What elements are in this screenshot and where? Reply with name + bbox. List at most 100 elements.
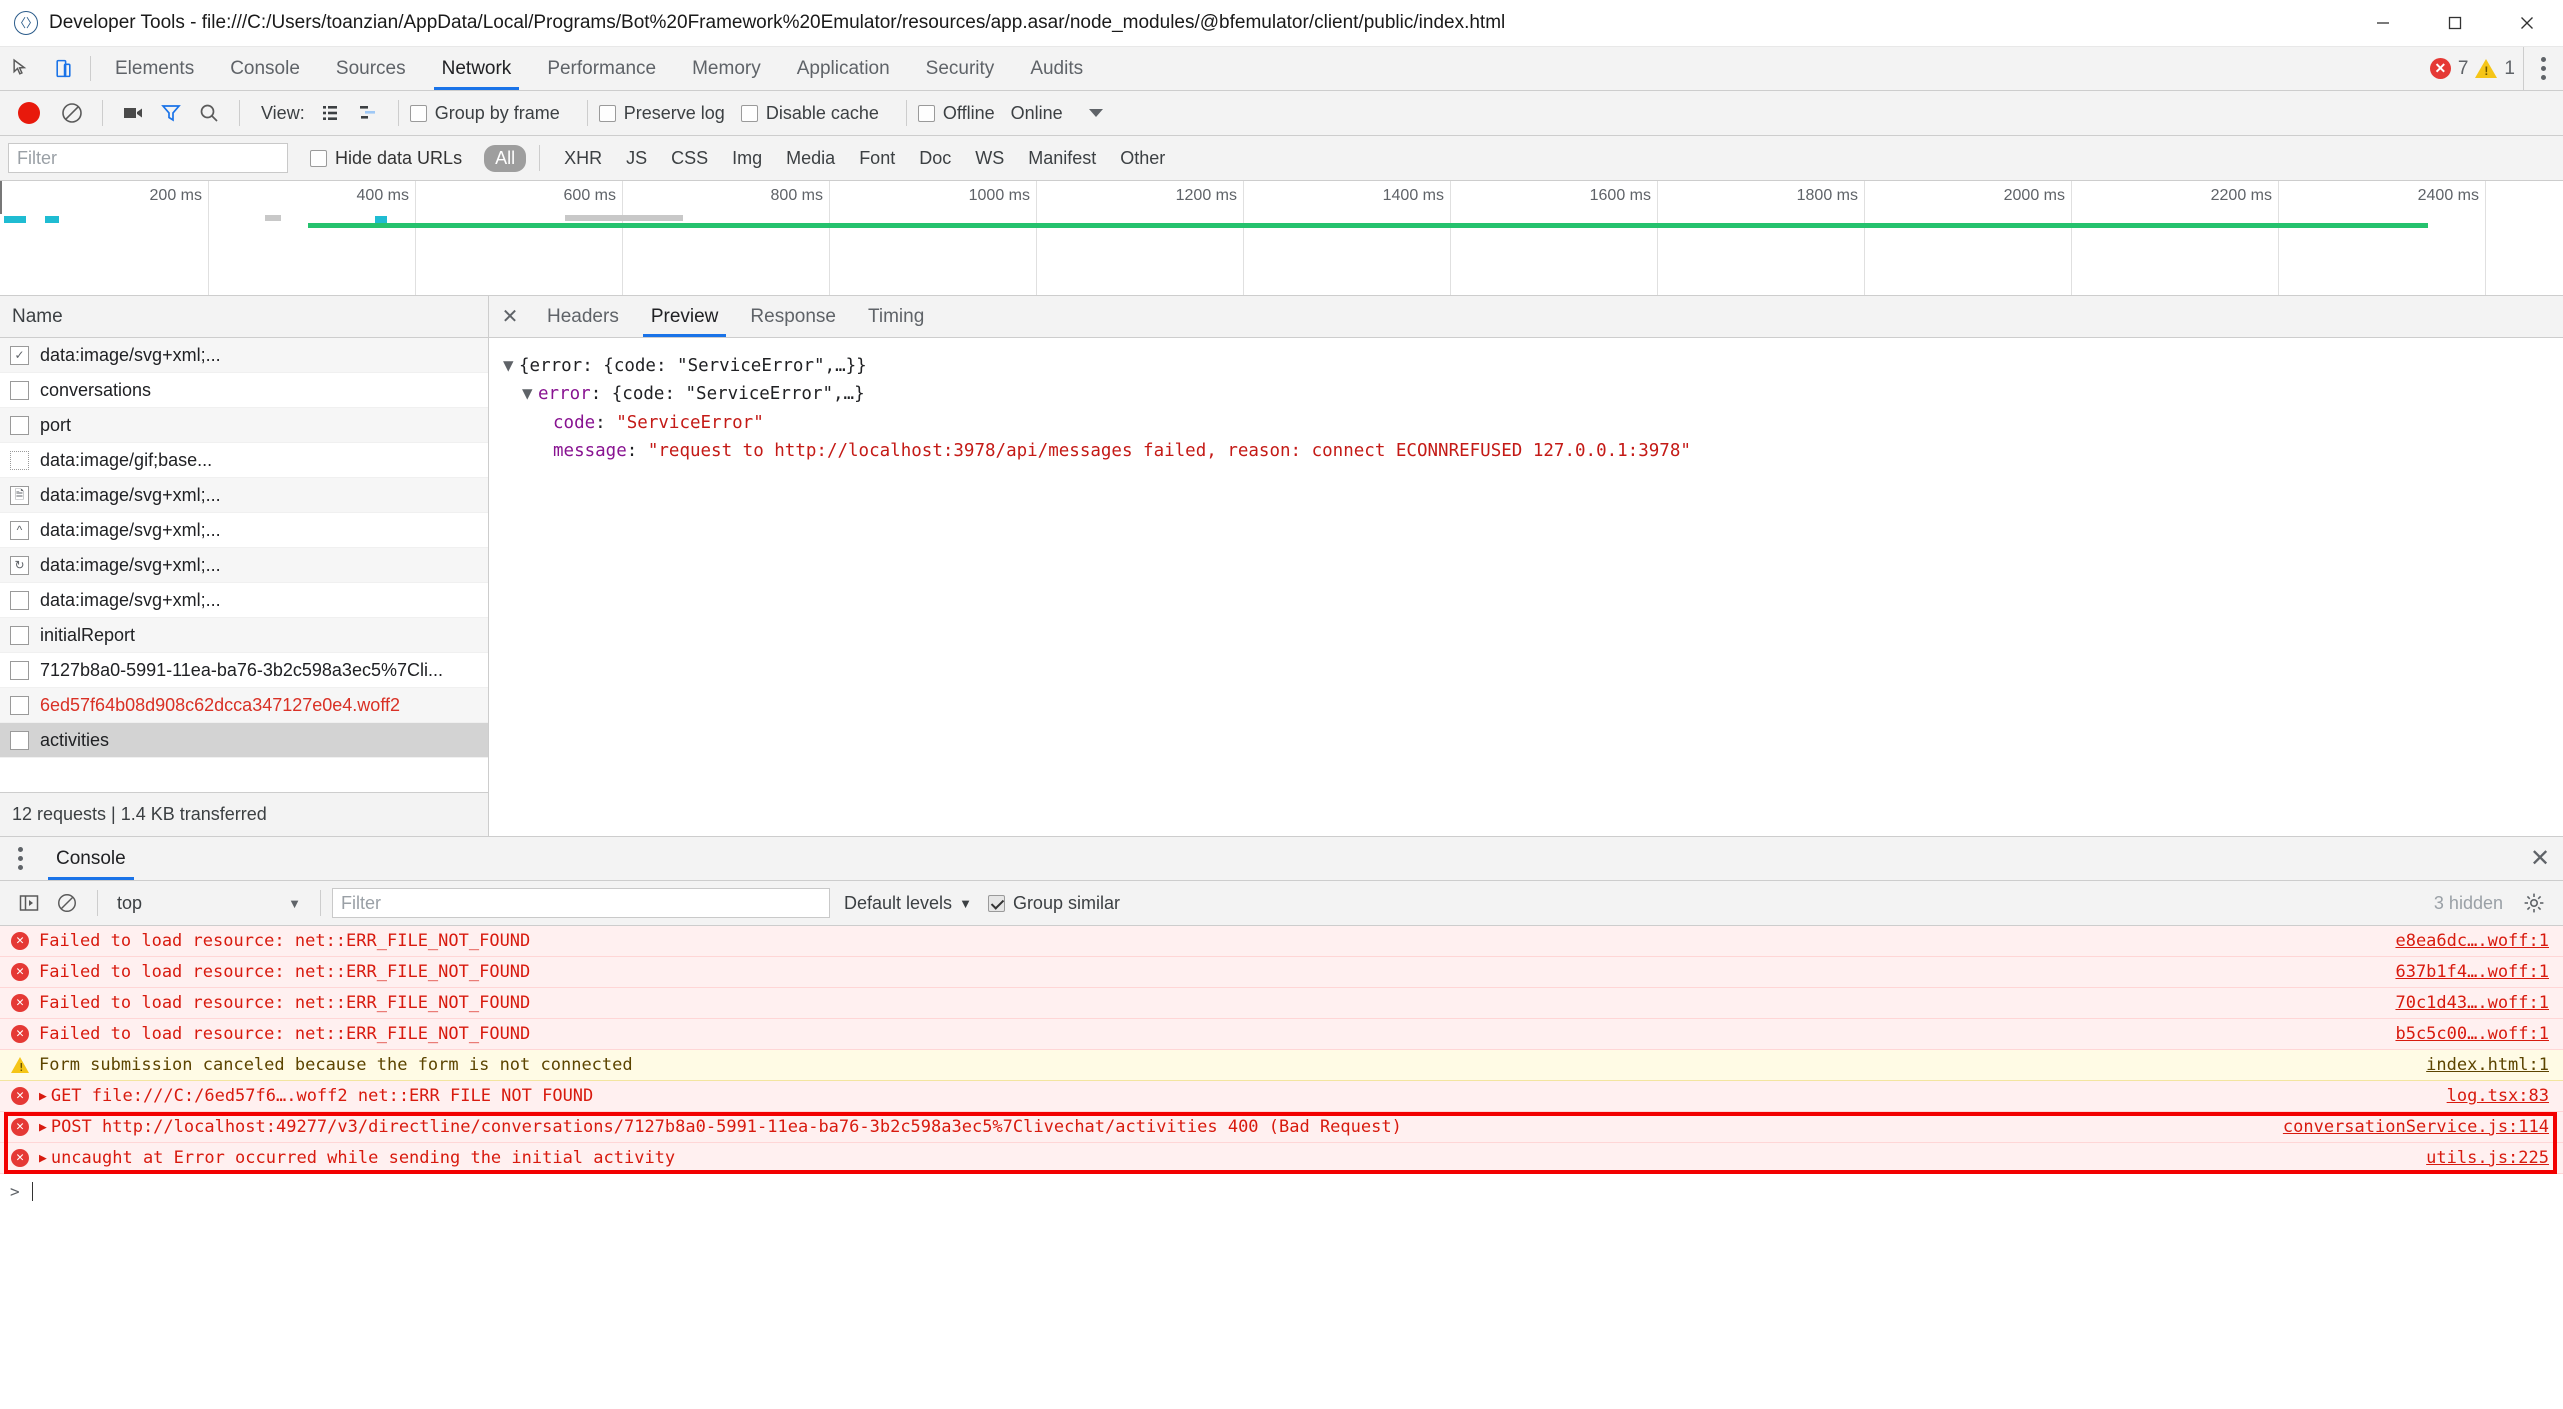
table-row[interactable]: ✓ data:image/svg+xml;...	[0, 338, 488, 373]
type-filter-js[interactable]: JS	[615, 145, 658, 172]
console-message[interactable]: ✕ Failed to load resource: net::ERR_FILE…	[0, 957, 2563, 988]
disclosure-triangle-icon[interactable]: ▼	[522, 380, 536, 408]
table-row[interactable]: data:image/svg+xml;...	[0, 583, 488, 618]
console-message-source[interactable]: 637b1f4….woff:1	[2395, 962, 2549, 982]
tab-audits[interactable]: Audits	[1012, 47, 1101, 90]
expand-triangle-icon[interactable]: ▶	[39, 1151, 47, 1166]
search-icon[interactable]	[190, 94, 228, 132]
json-error-node[interactable]: ▼ error : {code: "ServiceError",…}	[503, 380, 2563, 408]
maximize-button[interactable]	[2419, 0, 2491, 47]
execution-context-select[interactable]: top ▼	[109, 888, 309, 918]
group-by-frame-checkbox[interactable]: Group by frame	[409, 103, 560, 124]
throttling-select[interactable]: Online	[1011, 103, 1103, 124]
table-row[interactable]: ^ data:image/svg+xml;...	[0, 513, 488, 548]
document-icon	[10, 695, 29, 715]
record-button[interactable]	[18, 102, 40, 124]
request-list-header[interactable]: Name	[0, 296, 488, 338]
table-row[interactable]: activities	[0, 723, 488, 758]
waterfall-view-icon[interactable]	[349, 94, 387, 132]
request-name: 7127b8a0-5991-11ea-ba76-3b2c598a3ec5%7Cl…	[40, 659, 443, 680]
filter-icon[interactable]	[152, 94, 190, 132]
console-message-source[interactable]: 70c1d43….woff:1	[2395, 993, 2549, 1013]
clear-console-icon[interactable]	[48, 884, 86, 922]
console-message-source[interactable]: index.html:1	[2426, 1055, 2549, 1075]
console-message-source[interactable]: conversationService.js:114	[2283, 1117, 2549, 1137]
network-overview-timeline[interactable]: 200 ms 400 ms 600 ms 800 ms 1000 ms 1200…	[0, 181, 2563, 296]
close-icon[interactable]: ✕	[489, 296, 531, 337]
type-filter-all[interactable]: All	[484, 144, 527, 172]
type-filter-img[interactable]: Img	[721, 145, 773, 172]
minimize-button[interactable]	[2347, 0, 2419, 47]
offline-checkbox[interactable]: Offline	[917, 103, 995, 124]
tab-console[interactable]: Console	[212, 47, 318, 90]
type-filter-media[interactable]: Media	[775, 145, 846, 172]
console-message[interactable]: ✕ Failed to load resource: net::ERR_FILE…	[0, 1019, 2563, 1050]
preserve-log-checkbox[interactable]: Preserve log	[598, 103, 725, 124]
detail-tab-headers[interactable]: Headers	[531, 296, 635, 337]
disable-cache-checkbox[interactable]: Disable cache	[740, 103, 879, 124]
console-message-text: Failed to load resource: net::ERR_FILE_N…	[39, 993, 531, 1013]
console-sidebar-icon[interactable]	[10, 884, 48, 922]
tab-performance[interactable]: Performance	[529, 47, 674, 90]
type-filter-manifest[interactable]: Manifest	[1017, 145, 1107, 172]
type-filter-xhr[interactable]: XHR	[553, 145, 613, 172]
json-key-code: code	[553, 412, 596, 433]
more-options-icon[interactable]	[2523, 47, 2563, 90]
console-message-source[interactable]: utils.js:225	[2426, 1148, 2549, 1168]
console-message[interactable]: ✕ Failed to load resource: net::ERR_FILE…	[0, 926, 2563, 957]
tab-network[interactable]: Network	[424, 47, 530, 90]
type-filter-font[interactable]: Font	[848, 145, 906, 172]
table-row[interactable]: 🗎 data:image/svg+xml;...	[0, 478, 488, 513]
clear-button[interactable]	[53, 94, 91, 132]
console-message[interactable]: ✕ ▶ POST http://localhost:49277/v3/direc…	[0, 1112, 2563, 1143]
table-row[interactable]: ↻ data:image/svg+xml;...	[0, 548, 488, 583]
disclosure-triangle-icon[interactable]: ▼	[503, 352, 517, 380]
expand-triangle-icon[interactable]: ▶	[39, 1120, 47, 1135]
type-filter-other[interactable]: Other	[1109, 145, 1176, 172]
console-message-source[interactable]: log.tsx:83	[2447, 1086, 2549, 1106]
tab-application[interactable]: Application	[779, 47, 908, 90]
tab-elements[interactable]: Elements	[97, 47, 212, 90]
capture-screenshots-icon[interactable]	[114, 94, 152, 132]
table-row[interactable]: 6ed57f64b08d908c62dcca347127e0e4.woff2	[0, 688, 488, 723]
type-filter-doc[interactable]: Doc	[908, 145, 962, 172]
detail-tab-response[interactable]: Response	[734, 296, 852, 337]
hide-data-urls-checkbox[interactable]: Hide data URLs	[310, 148, 462, 169]
tab-security[interactable]: Security	[908, 47, 1013, 90]
console-message[interactable]: ✕ ▶ GET file:///C:/6ed57f6….woff2 net::E…	[0, 1081, 2563, 1112]
table-row[interactable]: port	[0, 408, 488, 443]
console-message-text: Failed to load resource: net::ERR_FILE_N…	[39, 962, 531, 982]
expand-triangle-icon[interactable]: ▶	[39, 1089, 47, 1104]
table-row[interactable]: 7127b8a0-5991-11ea-ba76-3b2c598a3ec5%7Cl…	[0, 653, 488, 688]
detail-tab-timing[interactable]: Timing	[852, 296, 940, 337]
tab-sources[interactable]: Sources	[318, 47, 424, 90]
console-message[interactable]: ✕ ▶ uncaught at Error occurred while sen…	[0, 1143, 2563, 1174]
log-levels-select[interactable]: Default levels ▼	[844, 893, 972, 914]
close-button[interactable]	[2491, 0, 2563, 47]
tab-memory[interactable]: Memory	[674, 47, 779, 90]
close-drawer-icon[interactable]: ✕	[2517, 837, 2563, 880]
type-filter-css[interactable]: CSS	[660, 145, 719, 172]
table-row[interactable]: data:image/gif;base...	[0, 443, 488, 478]
network-filter-input[interactable]	[8, 143, 288, 173]
console-message[interactable]: ✕ Failed to load resource: net::ERR_FILE…	[0, 988, 2563, 1019]
issue-counts[interactable]: ✕ 7 1	[2429, 47, 2523, 90]
console-filter-input[interactable]	[332, 888, 830, 918]
console-message-source[interactable]: e8ea6dc….woff:1	[2395, 931, 2549, 951]
refresh-icon: ↻	[10, 555, 29, 575]
json-root-node[interactable]: ▼ {error: {code: "ServiceError",…}}	[503, 352, 2563, 380]
console-prompt[interactable]: >	[0, 1174, 2563, 1208]
detail-tab-preview[interactable]: Preview	[635, 296, 735, 337]
inspect-element-icon[interactable]	[0, 47, 42, 90]
drawer-tab-console[interactable]: Console	[40, 837, 142, 880]
settings-gear-icon[interactable]	[2517, 886, 2551, 920]
device-toolbar-icon[interactable]	[42, 47, 84, 90]
more-tools-icon[interactable]	[0, 837, 40, 880]
group-similar-checkbox[interactable]: Group similar	[987, 893, 1120, 914]
console-message[interactable]: Form submission canceled because the for…	[0, 1050, 2563, 1081]
table-row[interactable]: initialReport	[0, 618, 488, 653]
list-view-icon[interactable]	[311, 94, 349, 132]
table-row[interactable]: conversations	[0, 373, 488, 408]
type-filter-ws[interactable]: WS	[964, 145, 1015, 172]
console-message-source[interactable]: b5c5c00….woff:1	[2395, 1024, 2549, 1044]
